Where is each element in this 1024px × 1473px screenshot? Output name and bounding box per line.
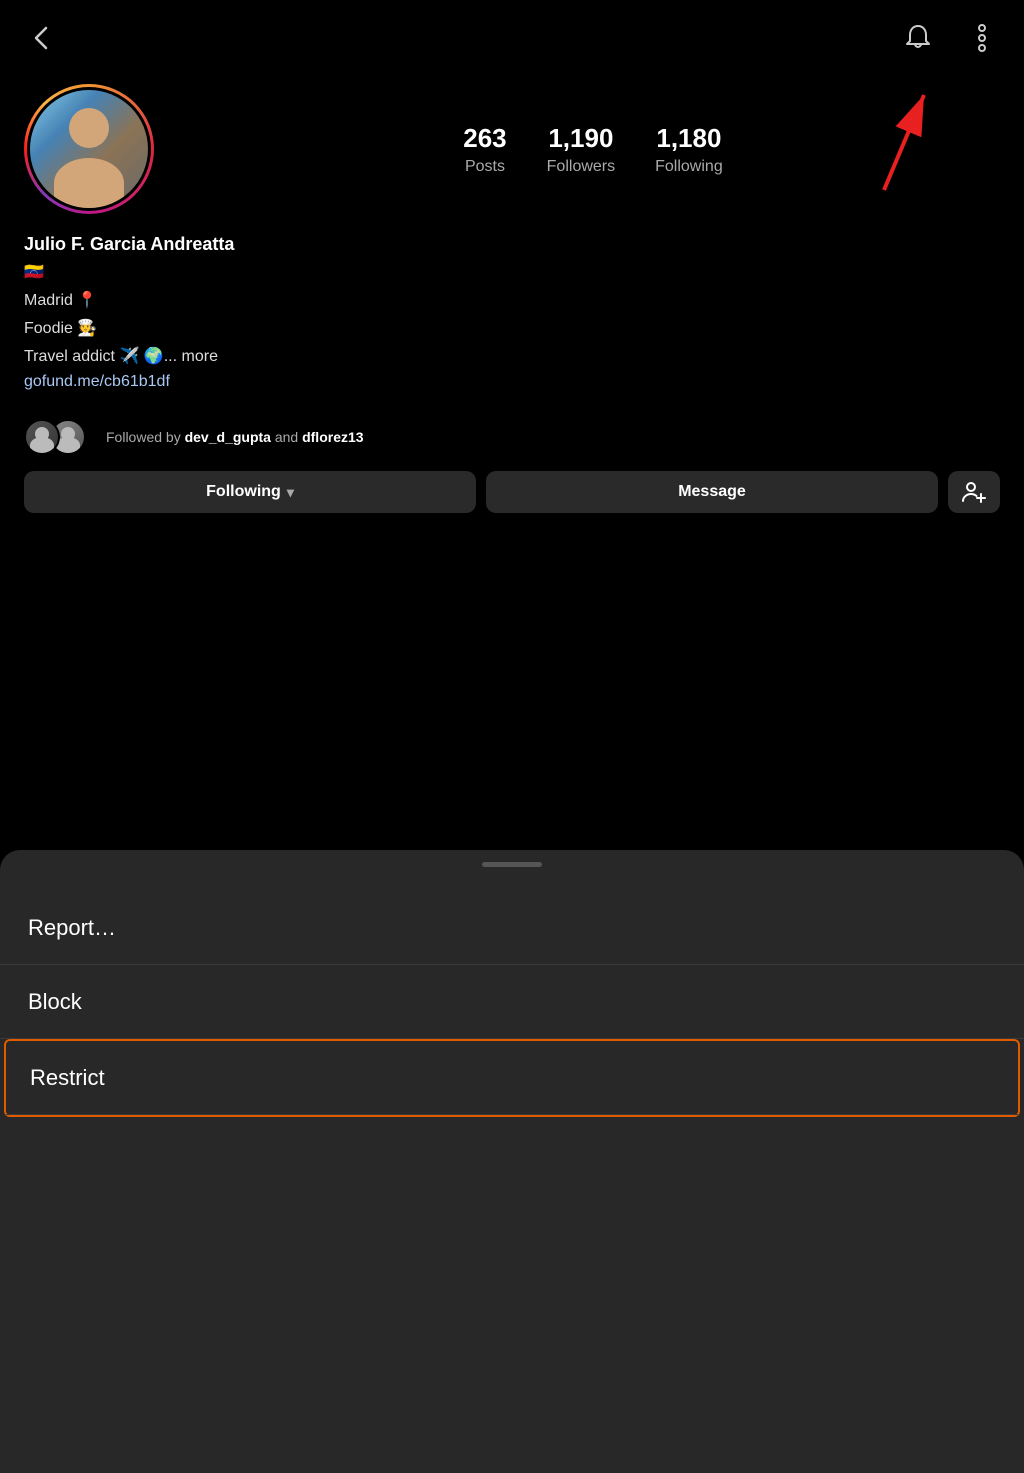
report-menu-item[interactable]: Report… — [0, 891, 1024, 965]
following-label: Following — [655, 158, 723, 176]
profile-section: 263 Posts 1,190 Followers 1,180 Followin… — [0, 68, 1024, 529]
profile-header: 263 Posts 1,190 Followers 1,180 Followin… — [24, 84, 1000, 214]
message-button[interactable]: Message — [486, 471, 938, 513]
profile-link[interactable]: gofund.me/cb61b1df — [24, 373, 1000, 391]
followers-label: Followers — [547, 158, 615, 176]
follower-avatar-1 — [24, 419, 60, 455]
profile-bio-foodie: Foodie 🧑‍🍳 — [24, 317, 1000, 341]
action-buttons: Following ▾ Message — [24, 471, 1000, 529]
top-nav-right — [900, 20, 1000, 56]
avatar-container — [24, 84, 154, 214]
profile-bio-travel[interactable]: Travel addict ✈️ 🌍... more — [24, 345, 1000, 369]
bottom-padding — [0, 1117, 1024, 1177]
followers-stat[interactable]: 1,190 Followers — [547, 123, 615, 176]
followed-by-text: Followed by dev_d_gupta and dflorez13 — [106, 429, 364, 445]
profile-bio-flag: 🇻🇪 — [24, 261, 1000, 285]
posts-label: Posts — [465, 158, 505, 176]
following-button[interactable]: Following ▾ — [24, 471, 476, 513]
profile-info: Julio F. Garcia Andreatta 🇻🇪 Madrid 📍 Fo… — [24, 234, 1000, 407]
more-options-button[interactable] — [964, 20, 1000, 56]
block-menu-item[interactable]: Block — [0, 965, 1024, 1039]
restrict-menu-item[interactable]: Restrict — [4, 1039, 1020, 1117]
profile-bio-location: Madrid 📍 — [24, 289, 1000, 313]
chevron-down-icon: ▾ — [287, 484, 294, 501]
stats-container: 263 Posts 1,190 Followers 1,180 Followin… — [186, 123, 1000, 176]
add-friend-button[interactable] — [948, 471, 1000, 513]
following-stat[interactable]: 1,180 Following — [655, 123, 723, 176]
top-navigation — [0, 0, 1024, 68]
followers-count: 1,190 — [548, 123, 613, 154]
posts-stat[interactable]: 263 Posts — [463, 123, 506, 176]
profile-name: Julio F. Garcia Andreatta — [24, 234, 1000, 255]
avatar — [30, 90, 148, 208]
followed-by-section: Followed by dev_d_gupta and dflorez13 — [24, 407, 1000, 471]
notifications-button[interactable] — [900, 20, 936, 56]
bottom-sheet: Report… Block Restrict — [0, 850, 1024, 1473]
follower-avatars — [24, 419, 94, 455]
follower-name-1: dev_d_gupta — [185, 429, 271, 445]
avatar-inner — [27, 87, 151, 211]
following-count: 1,180 — [656, 123, 721, 154]
follower-name-2: dflorez13 — [302, 429, 363, 445]
posts-count: 263 — [463, 123, 506, 154]
sheet-handle — [482, 862, 542, 867]
back-button[interactable] — [24, 20, 60, 56]
